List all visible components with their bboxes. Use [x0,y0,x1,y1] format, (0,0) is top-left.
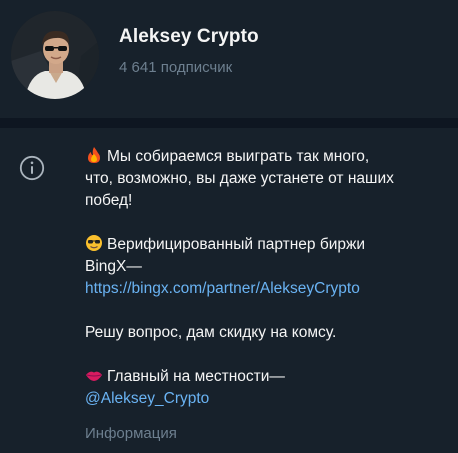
local-text: Главный на местности— [107,368,285,385]
description-line: Мы собираемся выиграть так много, [85,146,430,168]
partner-line: Верифицированный партнер биржи [85,234,430,256]
fire-emoji-icon [88,147,100,163]
channel-avatar[interactable] [11,11,99,99]
info-label: Информация [85,425,177,442]
subscriber-count: 4 641 подписчик [119,59,233,76]
lips-emoji-icon [86,371,102,381]
section-divider [0,118,458,128]
partner-text: Верифицированный партнер биржи [107,236,366,253]
channel-description: Мы собираемся выиграть так много, что, в… [85,146,430,410]
info-icon [19,155,45,181]
username-link[interactable]: @Aleksey_Crypto [85,390,209,407]
discount-text: Решу вопрос, дам скидку на комсу. [85,324,337,341]
sunglasses-emoji-icon [86,235,102,251]
partner-exchange: BingX— [85,258,142,275]
description-text-2: что, возможно, вы даже устанете от наших [85,170,394,187]
local-line: Главный на местности— [85,366,430,388]
channel-header: Aleksey Crypto 4 641 подписчик [0,0,458,118]
partner-link[interactable]: https://bingx.com/partner/AlekseyCrypto [85,280,360,297]
description-text-1: Мы собираемся выиграть так много, [107,148,370,165]
description-text-3: побед! [85,192,133,209]
avatar-photo [11,11,99,99]
channel-name: Aleksey Crypto [119,26,259,47]
